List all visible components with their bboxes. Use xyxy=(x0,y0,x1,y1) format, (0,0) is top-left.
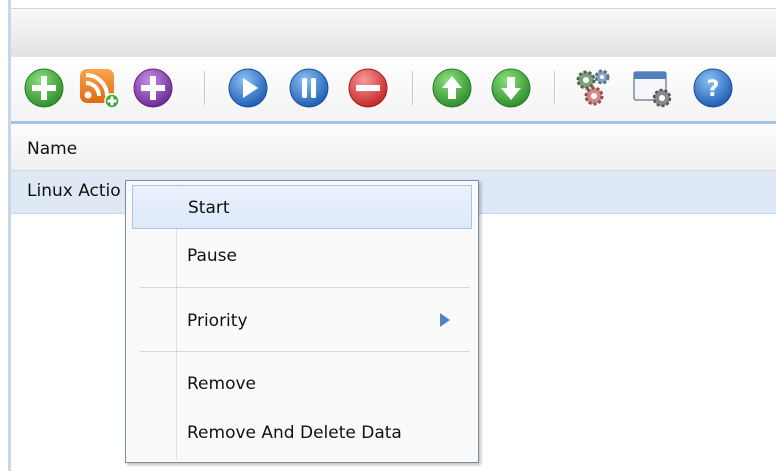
menu-item-remove-and-delete-data[interactable]: Remove And Delete Data xyxy=(132,411,472,455)
help-icon[interactable]: ? xyxy=(691,66,735,110)
title-bar xyxy=(11,8,776,58)
svg-text:?: ? xyxy=(707,77,720,102)
window-settings-icon[interactable] xyxy=(630,66,674,110)
create-torrent-icon[interactable] xyxy=(131,66,175,110)
menu-item-label: Remove And Delete Data xyxy=(187,423,402,443)
list-header: Name xyxy=(11,124,776,171)
context-menu: Start Pause Priority Remove Remove And D… xyxy=(125,180,479,463)
add-icon[interactable] xyxy=(22,66,66,110)
menu-item-label: Remove xyxy=(187,374,256,394)
gears-icon[interactable] xyxy=(572,66,616,110)
toolbar-separator xyxy=(204,71,205,105)
play-icon[interactable] xyxy=(226,66,270,110)
menu-separator xyxy=(140,351,470,352)
menu-item-label: Start xyxy=(188,198,230,218)
menu-item-label: Priority xyxy=(187,311,248,331)
menu-item-label: Pause xyxy=(187,246,237,266)
menu-separator xyxy=(140,287,470,288)
toolbar-separator xyxy=(412,71,413,105)
row-name-cell: Linux Actio xyxy=(27,181,121,201)
toolbar-separator xyxy=(554,71,555,105)
menu-item-remove[interactable]: Remove xyxy=(132,362,472,406)
toolbar: ? xyxy=(11,57,776,124)
submenu-arrow-icon xyxy=(440,313,450,327)
remove-icon[interactable] xyxy=(346,66,390,110)
menu-item-start[interactable]: Start xyxy=(132,185,472,229)
arrow-up-icon[interactable] xyxy=(430,66,474,110)
arrow-down-icon[interactable] xyxy=(489,66,533,110)
rss-icon[interactable] xyxy=(77,66,121,110)
pause-icon[interactable] xyxy=(287,66,331,110)
app-window: ? Name Linux Actio Start Pause Priority … xyxy=(0,0,776,471)
column-header-name[interactable]: Name xyxy=(27,139,77,159)
menu-item-priority[interactable]: Priority xyxy=(132,299,472,343)
menu-item-pause[interactable]: Pause xyxy=(132,234,472,278)
